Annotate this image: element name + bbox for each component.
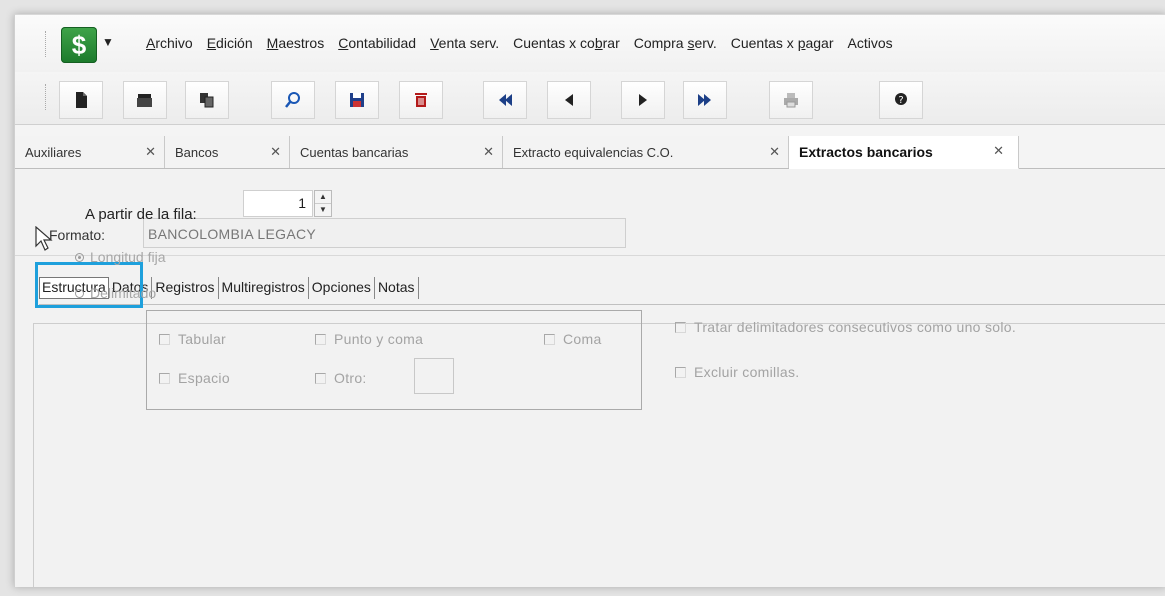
tab-registros[interactable]: Registros — [152, 277, 219, 299]
toolbar-grip[interactable] — [45, 84, 48, 110]
delimiters-group — [146, 310, 642, 410]
formato-field[interactable]: BANCOLOMBIA LEGACY — [143, 218, 626, 248]
app-dropdown-icon[interactable]: ▼ — [102, 35, 114, 49]
tab-label: Extractos bancarios — [799, 144, 933, 160]
tab-auxiliares[interactable]: Auxiliares ✕ — [15, 136, 165, 168]
radio-label: Longitud fija — [90, 249, 166, 265]
delete-icon — [415, 93, 427, 107]
menu-compra-serv[interactable]: Compra serv. — [627, 35, 724, 51]
menu-archivo[interactable]: Archivo — [139, 35, 200, 51]
radio-selected-icon — [75, 252, 84, 262]
checkbox-coma[interactable]: Coma — [544, 331, 602, 347]
app-logo-dollar-icon[interactable]: $ — [61, 27, 97, 63]
tab-extractos-bancarios[interactable]: Extractos bancarios ✕ — [789, 136, 1019, 169]
checkbox-icon — [315, 333, 326, 345]
help-button[interactable]: ? — [879, 81, 923, 119]
next-record-icon — [639, 94, 647, 106]
tab-bancos[interactable]: Bancos ✕ — [165, 136, 290, 168]
radio-label: Delimitado — [90, 285, 157, 301]
checkbox-punto-y-coma[interactable]: Punto y coma — [315, 331, 423, 347]
checkbox-tabular[interactable]: Tabular — [159, 331, 226, 347]
divider — [15, 255, 1165, 256]
search-icon — [285, 92, 300, 108]
tab-label: Auxiliares — [25, 144, 82, 160]
a-partir-input[interactable]: 1 — [243, 190, 313, 217]
open-folder-button[interactable] — [123, 81, 167, 119]
formato-label: Formato: — [49, 227, 106, 243]
save-button[interactable] — [335, 81, 379, 119]
document-tabs: Auxiliares ✕ Bancos ✕ Cuentas bancarias … — [15, 136, 1165, 169]
last-record-icon — [698, 94, 711, 106]
menu-cuentas-x-pagar[interactable]: Cuentas x pagar — [724, 35, 841, 51]
checkbox-espacio[interactable]: Espacio — [159, 370, 230, 386]
copy-button[interactable] — [185, 81, 229, 119]
menu-bar: $ ▼ Archivo Edición Maestros Contabilidad Ve… — [15, 15, 1165, 72]
checkbox-icon — [675, 321, 686, 333]
first-record-icon — [499, 94, 512, 106]
svg-text:?: ? — [898, 95, 903, 106]
menu-contabilidad[interactable]: Contabilidad — [331, 35, 423, 51]
close-icon[interactable]: ✕ — [769, 144, 780, 160]
menu-maestros[interactable]: Maestros — [260, 35, 332, 51]
last-record-button[interactable] — [683, 81, 727, 119]
radio-icon — [75, 288, 84, 298]
divider — [39, 304, 1165, 305]
checkbox-icon — [675, 366, 686, 378]
tab-label: Extracto equivalencias C.O. — [513, 144, 674, 160]
checkbox-delimitadores-consecutivos[interactable]: Tratar delimitadores consecutivos como u… — [675, 319, 1016, 335]
previous-record-button[interactable] — [547, 81, 591, 119]
checkbox-icon — [315, 372, 326, 384]
radio-longitud-fija[interactable]: Longitud fija — [75, 249, 166, 265]
checkbox-otro[interactable]: Otro: — [315, 370, 367, 386]
open-folder-icon — [137, 94, 152, 107]
a-partir-label: A partir de la fila: — [85, 206, 197, 223]
menu-activos[interactable]: Activos — [841, 35, 900, 51]
mouse-cursor-icon — [35, 226, 53, 251]
tab-label: Cuentas bancarias — [300, 144, 409, 160]
close-icon[interactable]: ✕ — [145, 144, 156, 160]
radio-delimitado[interactable]: Delimitado — [75, 285, 156, 301]
help-icon: ? — [895, 93, 907, 106]
close-icon[interactable]: ✕ — [270, 144, 281, 160]
save-icon — [350, 93, 364, 107]
tab-opciones[interactable]: Opciones — [309, 277, 375, 299]
checkbox-icon — [159, 333, 170, 345]
spinner-down-icon[interactable]: ▼ — [315, 204, 331, 216]
previous-record-icon — [565, 94, 573, 106]
delete-button[interactable] — [399, 81, 443, 119]
otro-input[interactable] — [414, 358, 454, 394]
tab-label: Bancos — [175, 144, 219, 160]
checkbox-icon — [159, 372, 170, 384]
checkbox-excluir-comillas[interactable]: Excluir comillas. — [675, 364, 799, 380]
print-button[interactable] — [769, 81, 813, 119]
tab-multiregistros[interactable]: Multiregistros — [219, 277, 309, 299]
search-button[interactable] — [271, 81, 315, 119]
a-partir-spinner[interactable]: ▲ ▼ — [314, 190, 332, 217]
toolbar: ? — [15, 72, 1165, 125]
menu-items: Archivo Edición Maestros Contabilidad Venta … — [139, 35, 900, 51]
checkbox-icon — [544, 333, 555, 345]
app-window: $ ▼ Archivo Edición Maestros Contabilidad Ve… — [14, 14, 1165, 587]
tab-notas[interactable]: Notas — [375, 277, 419, 299]
tab-extracto-equivalencias[interactable]: Extracto equivalencias C.O. ✕ — [503, 136, 789, 168]
menu-cuentas-x-cobrar[interactable]: Cuentas x cobrar — [506, 35, 627, 51]
next-record-button[interactable] — [621, 81, 665, 119]
new-document-button[interactable] — [59, 81, 103, 119]
close-icon[interactable]: ✕ — [993, 143, 1004, 159]
toolbar-grip[interactable] — [45, 31, 48, 57]
menu-edici-n[interactable]: Edición — [200, 35, 260, 51]
copy-icon — [200, 93, 214, 108]
new-document-icon — [76, 92, 87, 108]
print-icon — [784, 93, 798, 108]
spinner-up-icon[interactable]: ▲ — [315, 191, 331, 204]
first-record-button[interactable] — [483, 81, 527, 119]
menu-venta-serv[interactable]: Venta serv. — [423, 35, 506, 51]
tab-cuentas-bancarias[interactable]: Cuentas bancarias ✕ — [290, 136, 503, 168]
close-icon[interactable]: ✕ — [483, 144, 494, 160]
